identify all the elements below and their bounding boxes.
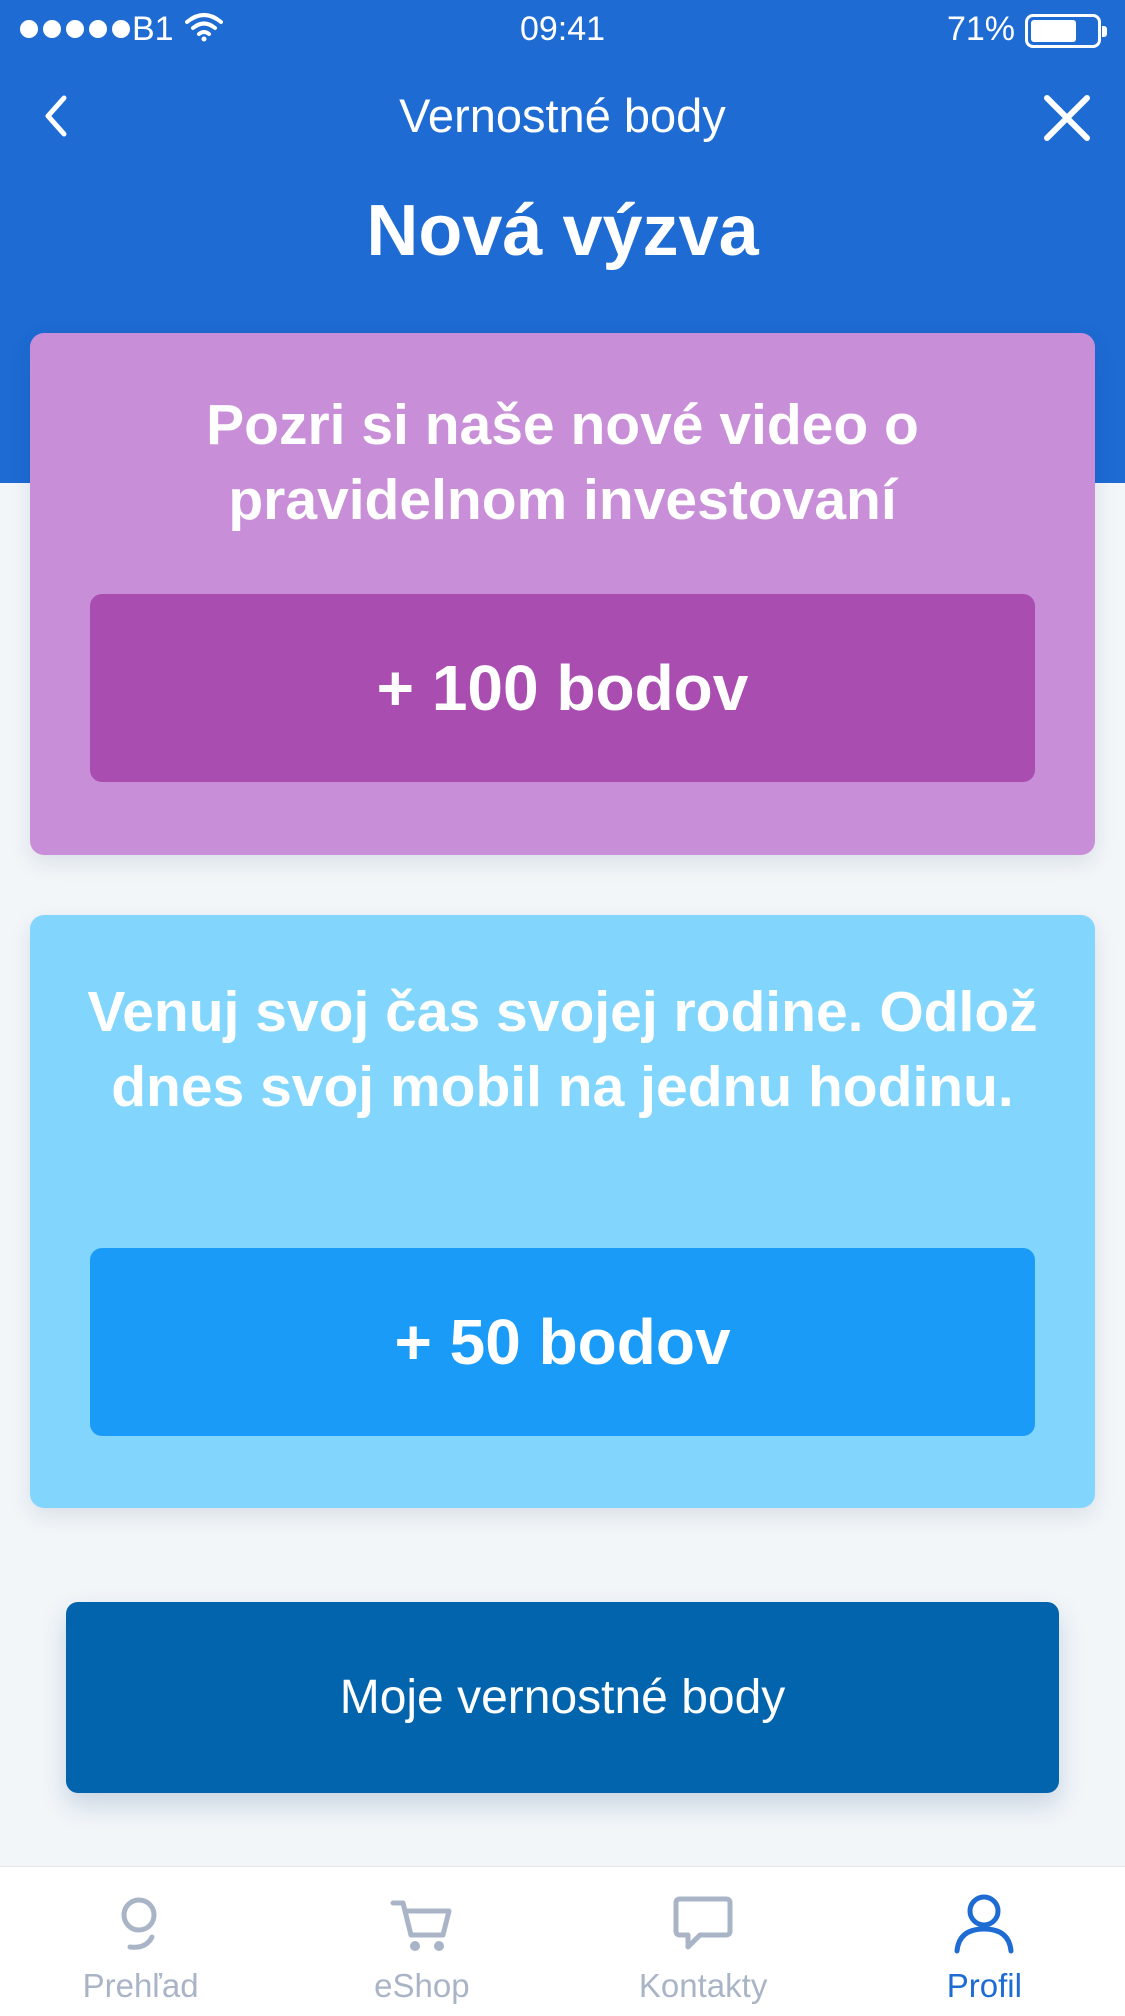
- battery-fill: [1031, 20, 1077, 42]
- tab-overview[interactable]: Prehľad: [0, 1867, 281, 2016]
- challenge-card-family: Venuj svoj čas svojej rodine. Odlož dnes…: [30, 915, 1095, 1508]
- cart-icon: [390, 1900, 452, 1951]
- battery-percentage: 71%: [946, 10, 1015, 48]
- tab-contacts[interactable]: Kontakty: [563, 1867, 844, 2016]
- overview-icon: [121, 1897, 157, 1950]
- challenge-text: Venuj svoj čas svojej rodine. Odlož dnes…: [87, 980, 1038, 1119]
- navigation-bar: Vernostné body: [0, 80, 1125, 150]
- tab-eshop[interactable]: eShop: [281, 1867, 562, 2016]
- status-bar: B1 09:41 71%: [0, 0, 1125, 60]
- nav-title: Vernostné body: [399, 89, 726, 142]
- tab-label: eShop: [374, 1967, 470, 2004]
- battery-icon: [1025, 14, 1107, 48]
- profile-icon: [954, 1894, 1014, 1954]
- my-loyalty-points-button[interactable]: Moje vernostné body: [66, 1602, 1059, 1793]
- tab-label: Prehľad: [82, 1967, 199, 2004]
- tab-label: Profil: [946, 1967, 1022, 2004]
- points-button-50[interactable]: + 50 bodov: [90, 1248, 1035, 1436]
- chat-icon: [673, 1896, 733, 1950]
- close-button[interactable]: [1037, 88, 1097, 148]
- points-button-100[interactable]: + 100 bodov: [90, 594, 1035, 782]
- close-icon: [1044, 95, 1090, 141]
- tab-label: Kontakty: [638, 1967, 768, 2004]
- challenge-card-video: Pozri si naše nové video o pravidelnom i…: [30, 333, 1095, 855]
- page-title: Nová výzva: [366, 191, 759, 271]
- challenge-text: Pozri si naše nové video o pravidelnom i…: [206, 393, 919, 532]
- tab-profile[interactable]: Profil: [844, 1867, 1125, 2016]
- tab-bar: Prehľad eShop Kontakty Profil: [0, 1866, 1125, 2016]
